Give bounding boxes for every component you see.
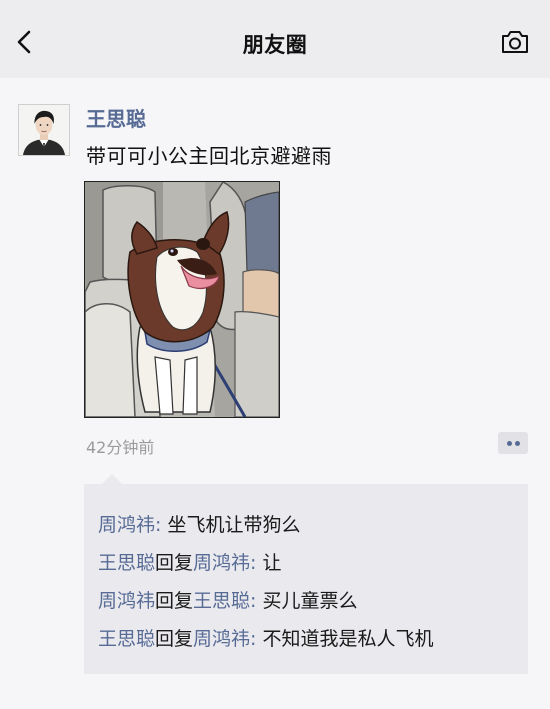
comment-row[interactable]: 周鸿祎回复王思聪: 买儿童票么 xyxy=(98,582,528,620)
comments-pointer xyxy=(102,474,122,484)
comment-reply-target[interactable]: 周鸿祎 xyxy=(193,628,250,650)
comment-text: 买儿童票么 xyxy=(262,590,358,612)
top-nav-bar: 朋友圈 xyxy=(0,0,550,78)
comments-panel: 周鸿祎: 坐飞机让带狗么 王思聪回复周鸿祎: 让 周鸿祎回复王思聪: 买儿童票么… xyxy=(84,484,528,674)
camera-icon[interactable] xyxy=(500,29,530,55)
page-title: 朋友圈 xyxy=(242,33,308,57)
comment-author[interactable]: 王思聪 xyxy=(98,552,155,574)
comment-reply-word: 回复 xyxy=(155,552,194,574)
comment-reply-target[interactable]: 周鸿祎 xyxy=(193,552,250,574)
moments-feed: 王思聪 带可可小公主回北京避避雨 42分钟前 周鸿祎: 坐飞机让带狗么 王思聪回… xyxy=(0,78,550,709)
post-time: 42分钟前 xyxy=(86,438,155,457)
comment-row[interactable]: 王思聪回复周鸿祎: 让 xyxy=(98,544,528,582)
more-dot-icon xyxy=(515,441,520,446)
comment-separator: : xyxy=(250,590,263,612)
dog-illustration-icon xyxy=(85,182,279,417)
comment-reply-target[interactable]: 王思聪 xyxy=(193,590,250,612)
comment-row[interactable]: 王思聪回复周鸿祎: 不知道我是私人飞机 xyxy=(98,620,528,658)
comment-separator: : xyxy=(250,628,263,650)
comment-author[interactable]: 周鸿祎 xyxy=(98,514,155,536)
post-author-name[interactable]: 王思聪 xyxy=(86,103,146,132)
post-text: 带可可小公主回北京避避雨 xyxy=(86,144,332,168)
comment-reply-word: 回复 xyxy=(155,590,194,612)
comment-text: 坐飞机让带狗么 xyxy=(167,514,301,536)
avatar-portrait-icon xyxy=(19,105,69,155)
comment-separator: : xyxy=(250,552,263,574)
comment-reply-word: 回复 xyxy=(155,628,194,650)
post-photo[interactable] xyxy=(84,181,280,418)
more-options-button[interactable] xyxy=(498,432,528,454)
comment-author[interactable]: 周鸿祎 xyxy=(98,590,155,612)
comment-text: 让 xyxy=(262,552,282,574)
comment-separator: : xyxy=(155,514,168,536)
comment-author[interactable]: 王思聪 xyxy=(98,628,155,650)
more-dot-icon xyxy=(507,441,512,446)
comment-row[interactable]: 周鸿祎: 坐飞机让带狗么 xyxy=(98,506,528,544)
avatar[interactable] xyxy=(18,104,70,156)
comment-text: 不知道我是私人飞机 xyxy=(262,628,434,650)
